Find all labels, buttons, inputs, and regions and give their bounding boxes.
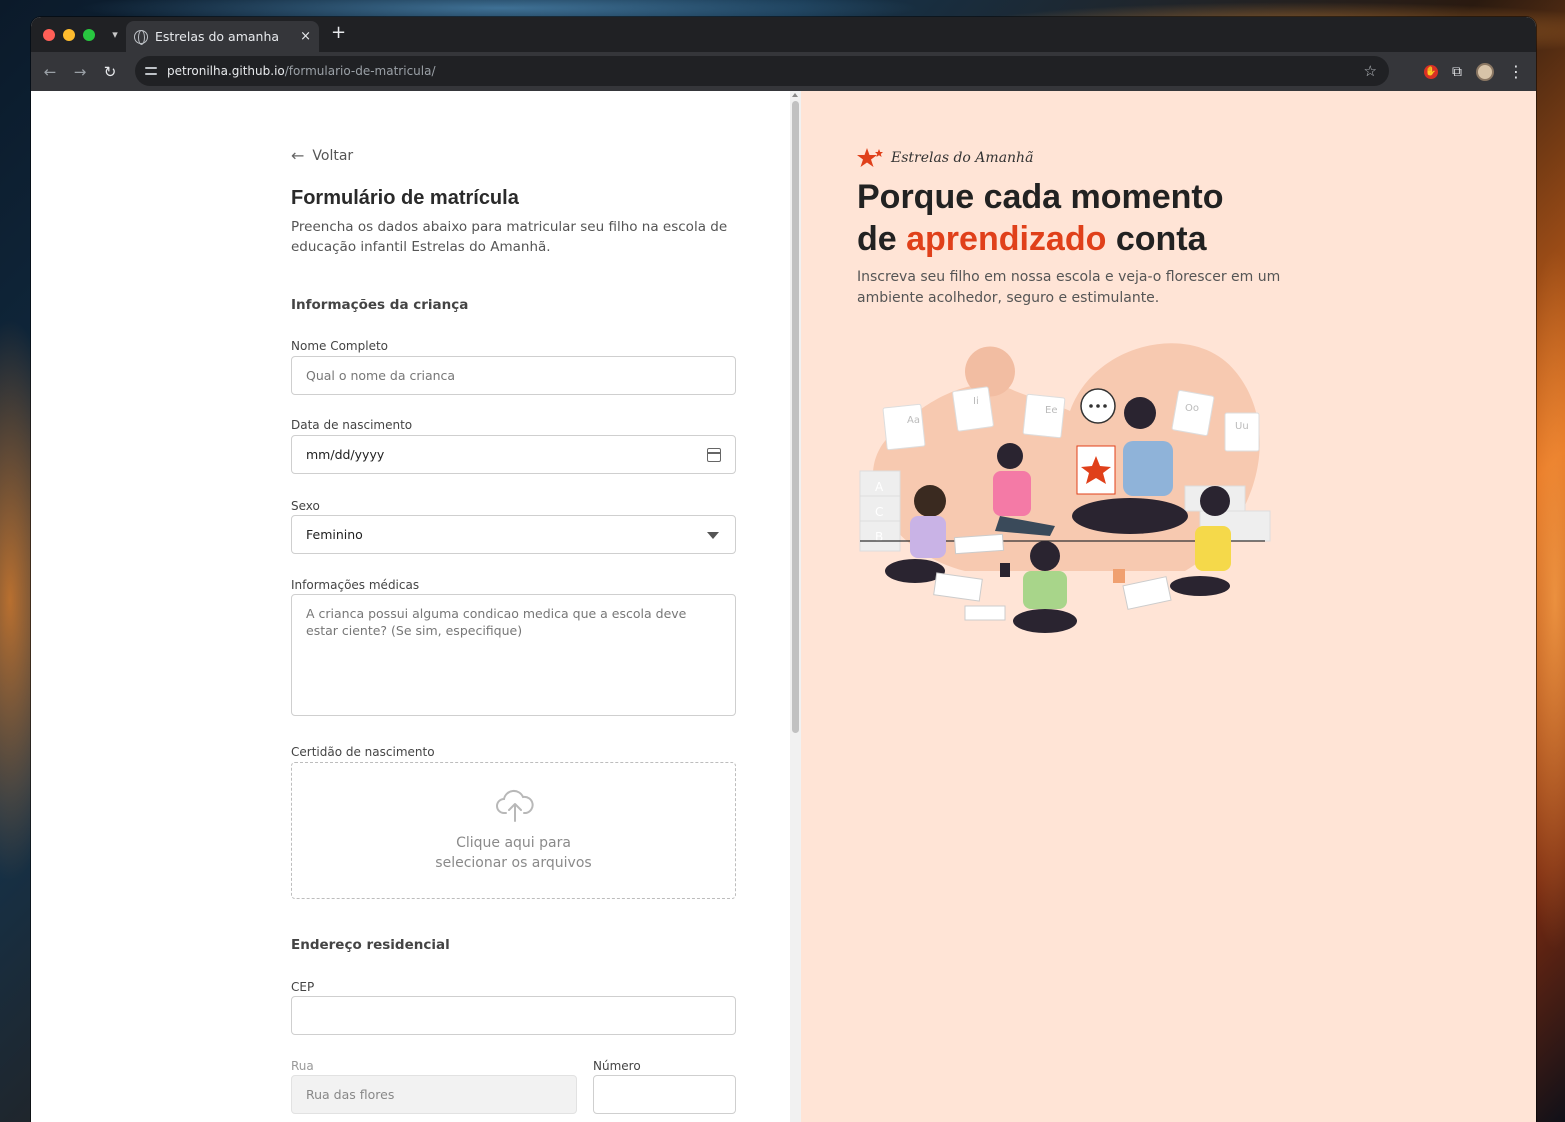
cep-label: CEP (291, 980, 315, 994)
back-arrow-icon[interactable]: ← (35, 63, 65, 81)
upload-instructions: Clique aqui para selecionar os arquivos (292, 833, 735, 873)
section-address: Endereço residencial (291, 937, 450, 953)
close-tab-icon[interactable]: × (300, 29, 311, 44)
card-label-ee: Ee (1045, 405, 1057, 416)
brand-name: Estrelas do Amanhã (891, 150, 1034, 166)
globe-icon (134, 29, 148, 45)
card-label-oo: Oo (1185, 403, 1199, 414)
brand: Estrelas do Amanhã (857, 147, 1033, 169)
number-input[interactable] (593, 1075, 736, 1114)
medical-info-placeholder: A crianca possui alguma condicao medica … (306, 606, 687, 638)
browser-tab[interactable]: Estrelas do amanha × (126, 21, 319, 52)
extensions-puzzle-icon[interactable]: ⧉ (1452, 64, 1462, 80)
classroom-illustration: Aa Ii Ee Oo Uu A C B (859, 343, 1271, 633)
name-placeholder: Qual o nome da crianca (306, 368, 456, 383)
cep-input[interactable] (291, 996, 736, 1035)
file-upload-dropzone[interactable]: Clique aqui para selecionar os arquivos (291, 762, 736, 899)
browser-menu-icon[interactable]: ⋮ (1508, 62, 1524, 81)
back-link-label: Voltar (312, 147, 354, 164)
back-link[interactable]: ← Voltar (291, 146, 353, 165)
name-input[interactable]: Qual o nome da crianca (291, 356, 736, 395)
headline-suffix: conta (1106, 220, 1207, 258)
page-scrollbar[interactable] (790, 91, 801, 1122)
section-child-info: Informações da criança (291, 297, 469, 313)
street-placeholder: Rua das flores (306, 1087, 395, 1102)
form-title: Formulário de matrícula (291, 187, 519, 209)
medical-info-label: Informações médicas (291, 578, 420, 592)
reload-icon[interactable]: ↻ (95, 63, 125, 81)
toolbar-actions: ✋ ⧉ ⋮ (1424, 52, 1536, 91)
street-label: Rua (291, 1059, 314, 1073)
card-label-uu: Uu (1235, 421, 1249, 432)
block-label-c: C (875, 505, 883, 519)
url-host: petronilha.github.io (167, 64, 285, 78)
browser-toolbar: ← → ↻ petronilha.github.io/formulario-de… (31, 52, 1536, 91)
medical-info-textarea[interactable]: A crianca possui alguma condicao medica … (291, 594, 736, 716)
extension-icon[interactable]: ✋ (1424, 64, 1438, 79)
card-label-aa: Aa (907, 415, 920, 426)
cloud-upload-icon (496, 789, 534, 822)
headline-accent-word: aprendizado (906, 220, 1107, 258)
address-bar[interactable]: petronilha.github.io/formulario-de-matri… (135, 56, 1389, 86)
headline-prefix: de (857, 220, 907, 258)
hero-subtitle: Inscreva seu filho em nossa escola e vej… (857, 269, 1281, 306)
sex-select[interactable]: Feminino (291, 515, 736, 554)
block-label-b: B (875, 530, 883, 544)
tab-search-chevron-icon[interactable]: ▾ (107, 28, 123, 41)
birth-date-value: mm/dd/yyyy (306, 447, 385, 462)
arrow-left-icon: ← (291, 146, 305, 165)
form-description: Preencha os dados abaixo para matricular… (291, 219, 728, 255)
calendar-icon[interactable] (707, 448, 721, 462)
sex-selected-value: Feminino (306, 527, 363, 542)
upload-text-line-1: Clique aqui para (456, 835, 571, 851)
birth-date-input[interactable]: mm/dd/yyyy (291, 435, 736, 474)
site-settings-icon[interactable] (145, 65, 159, 77)
minimize-window-button[interactable] (63, 28, 75, 41)
new-tab-button[interactable]: + (331, 24, 346, 42)
bookmark-star-icon[interactable]: ☆ (1364, 62, 1377, 80)
name-label: Nome Completo (291, 339, 388, 353)
tab-title: Estrelas do amanha (155, 29, 280, 44)
block-label-a: A (875, 480, 884, 494)
scrollbar-thumb[interactable] (792, 101, 799, 733)
hero-panel: Estrelas do Amanhã Porque cada momento d… (801, 91, 1536, 1122)
sex-label: Sexo (291, 499, 320, 513)
card-label-ii: Ii (973, 396, 979, 407)
birth-certificate-label: Certidão de nascimento (291, 745, 435, 759)
browser-window: ▾ Estrelas do amanha × + ← → ↻ petronilh… (31, 17, 1536, 1122)
hero-headline: Porque cada momento de aprendizado conta (857, 176, 1297, 260)
street-input: Rua das flores (291, 1075, 577, 1114)
upload-text-line-2: selecionar os arquivos (435, 855, 592, 871)
number-label: Número (593, 1059, 641, 1073)
headline-line-2: de aprendizado conta (857, 218, 1297, 260)
page-content: ← Voltar Formulário de matrícula Preench… (31, 91, 1536, 1122)
star-logo-icon (857, 148, 883, 167)
tab-bar: ▾ Estrelas do amanha × + (31, 17, 1536, 52)
scroll-up-icon[interactable] (792, 93, 798, 97)
close-window-button[interactable] (43, 28, 55, 41)
maximize-window-button[interactable] (83, 28, 95, 41)
forward-arrow-icon[interactable]: → (65, 63, 95, 81)
chevron-down-icon (707, 532, 719, 539)
birth-date-label: Data de nascimento (291, 418, 413, 432)
url-path: /formulario-de-matricula/ (284, 64, 436, 78)
window-controls (43, 28, 95, 41)
headline-line-1: Porque cada momento (857, 178, 1224, 216)
form-panel: ← Voltar Formulário de matrícula Preench… (31, 91, 790, 1122)
profile-avatar[interactable] (1476, 62, 1494, 81)
